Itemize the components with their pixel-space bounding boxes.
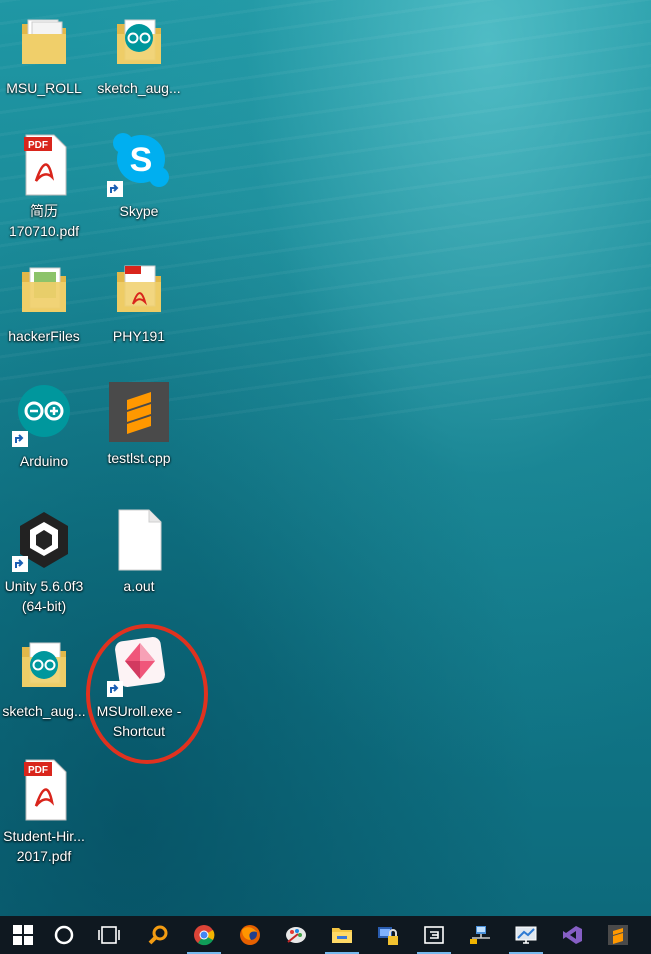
taskbar-paint-app[interactable] <box>273 916 319 954</box>
desktop-icon-a-out[interactable]: a.out <box>95 508 183 596</box>
desktop-icon-phy191-folder[interactable]: PHY191 <box>95 258 183 346</box>
blank-file-icon <box>107 508 171 572</box>
skype-icon: S <box>107 133 171 197</box>
svg-text:S: S <box>130 141 153 179</box>
icon-label: MSU_ROLL <box>6 80 82 96</box>
icon-label: Skype <box>119 203 159 219</box>
cortana-circle-icon <box>54 925 74 945</box>
magnifier-icon <box>148 925 168 945</box>
shortcut-arrow-icon <box>12 556 28 572</box>
desktop-icon-skype[interactable]: S Skype <box>95 133 183 221</box>
taskbar-terminal-app[interactable] <box>411 916 457 954</box>
desktop-icon-msu-roll-folder[interactable]: MSU_ROLL <box>0 10 88 98</box>
desktop: MSU_ROLL PDF 简历 170710.pdf hackerFiles A… <box>0 0 651 916</box>
lock-computer-icon <box>378 927 398 945</box>
taskbar-file-explorer[interactable] <box>319 916 365 954</box>
icon-label: sketch_aug... <box>97 80 181 96</box>
remote-monitor-icon <box>515 926 537 944</box>
unity-icon <box>12 508 76 572</box>
icon-label: sketch_aug... <box>2 703 86 719</box>
windows-logo-icon <box>13 925 33 945</box>
icon-label: Student-Hir... 2017.pdf <box>3 828 85 864</box>
pdf-badge-text: PDF <box>28 140 48 151</box>
console-window-icon <box>424 926 444 944</box>
paint-palette-icon <box>286 927 306 943</box>
windows-start-button[interactable] <box>0 916 46 954</box>
desktop-icon-arduino[interactable]: Arduino <box>0 383 88 471</box>
desktop-icon-sketch-folder-1[interactable]: sketch_aug... <box>95 10 183 98</box>
firefox-icon <box>240 925 260 945</box>
icon-label: 简历 170710.pdf <box>8 203 80 239</box>
shortcut-arrow-icon <box>12 431 28 447</box>
pdf-file-icon: PDF <box>12 133 76 197</box>
highlight-circle <box>86 624 208 764</box>
desktop-icon-pdf-resume[interactable]: PDF 简历 170710.pdf <box>0 133 88 241</box>
arduino-folder-icon <box>12 633 76 697</box>
visual-studio-icon <box>563 926 582 944</box>
sublime-file-icon <box>107 380 171 444</box>
folder-icon <box>12 10 76 74</box>
icon-label: hackerFiles <box>8 328 80 344</box>
pdf-badge-text: PDF <box>28 765 48 776</box>
taskbar-network-app[interactable] <box>457 916 503 954</box>
task-view-button[interactable] <box>86 916 132 954</box>
desktop-icon-unity[interactable]: Unity 5.6.0f3 (64-bit) <box>0 508 88 616</box>
arduino-folder-icon <box>107 10 171 74</box>
shortcut-arrow-icon <box>107 181 123 197</box>
icon-label: a.out <box>123 578 155 594</box>
chrome-icon <box>194 925 215 946</box>
desktop-icon-testlst-cpp[interactable]: testlst.cpp <box>95 380 183 468</box>
taskbar-remote-desktop[interactable] <box>503 916 549 954</box>
icon-label: Arduino <box>19 453 69 469</box>
taskbar-search-app[interactable] <box>135 916 181 954</box>
pdf-folder-icon <box>107 258 171 322</box>
arduino-icon <box>12 383 76 447</box>
desktop-icon-hackerfiles-folder[interactable]: hackerFiles <box>0 258 88 346</box>
sublime-text-icon <box>608 925 628 945</box>
icon-label: testlst.cpp <box>107 450 171 466</box>
desktop-icon-pdf-student-hiring[interactable]: PDF Student-Hir... 2017.pdf <box>0 758 88 866</box>
cortana-button[interactable] <box>41 916 87 954</box>
taskbar <box>0 916 651 954</box>
network-computer-icon <box>470 926 490 944</box>
taskbar-sublime-text[interactable] <box>595 916 641 954</box>
folder-icon <box>332 928 352 943</box>
taskbar-firefox[interactable] <box>227 916 273 954</box>
task-view-icon <box>98 926 120 944</box>
desktop-icon-sketch-folder-2[interactable]: sketch_aug... <box>0 633 88 721</box>
icon-label: PHY191 <box>112 328 166 344</box>
folder-icon <box>12 258 76 322</box>
taskbar-security-app[interactable] <box>365 916 411 954</box>
taskbar-visual-studio[interactable] <box>549 916 595 954</box>
icon-label: Unity 5.6.0f3 (64-bit) <box>4 578 84 614</box>
taskbar-chrome[interactable] <box>181 916 227 954</box>
pdf-file-icon: PDF <box>12 758 76 822</box>
